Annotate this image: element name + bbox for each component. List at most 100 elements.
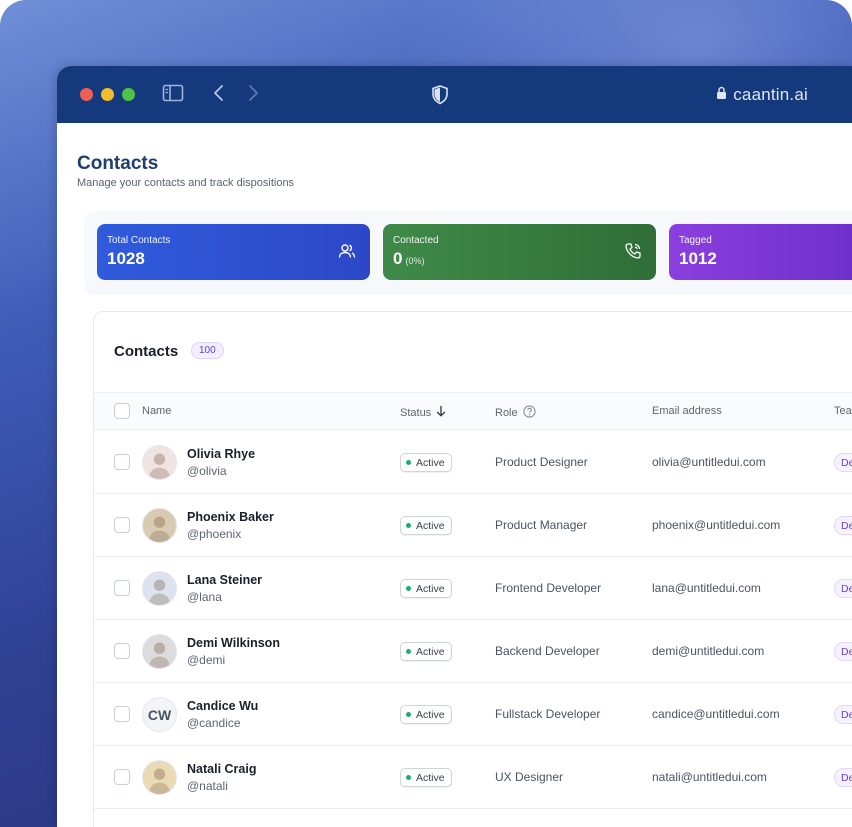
column-label: Email address — [652, 405, 722, 417]
users-icon — [338, 242, 356, 265]
status-badge: Active — [400, 642, 452, 661]
contact-name: Olivia Rhye — [187, 447, 256, 461]
contact-role: Backend Developer — [495, 644, 600, 658]
column-name[interactable]: Name — [142, 405, 171, 417]
row-checkbox[interactable] — [114, 769, 130, 785]
row-checkbox[interactable] — [114, 706, 130, 722]
status-dot-icon — [406, 586, 411, 591]
sidebar-toggle-icon[interactable] — [162, 83, 184, 108]
row-checkbox[interactable] — [114, 454, 130, 470]
contact-role: Fullstack Developer — [495, 707, 601, 721]
contacts-table-card: Contacts 100 Name Status Role Email addr… — [93, 311, 852, 827]
contact-role: Product Manager — [495, 518, 588, 532]
close-window-button[interactable] — [80, 88, 93, 101]
stat-label: Tagged — [679, 235, 712, 246]
contact-email: lana@untitledui.com — [652, 581, 761, 595]
stat-contacted[interactable]: Contacted 0 (0%) — [383, 224, 656, 280]
row-checkbox[interactable] — [114, 517, 130, 533]
browser-titlebar: caantin.ai — [57, 66, 852, 123]
contacts-count-badge: 100 — [191, 342, 224, 359]
address-bar[interactable]: caantin.ai — [716, 85, 808, 105]
contact-email: natali@untitledui.com — [652, 770, 767, 784]
contact-role: Product Designer — [495, 455, 588, 469]
lock-icon — [716, 85, 727, 105]
column-role[interactable]: Role — [495, 405, 536, 421]
contact-name: Lana Steiner — [187, 573, 263, 587]
column-team[interactable]: Tea — [834, 405, 852, 417]
team-text: De — [841, 519, 852, 532]
status-text: Active — [416, 645, 445, 658]
stat-label: Total Contacts — [107, 235, 171, 246]
column-email[interactable]: Email address — [652, 405, 722, 417]
help-circle-icon[interactable] — [522, 405, 536, 421]
contact-handle: @phoenix — [187, 527, 242, 541]
status-dot-icon — [406, 712, 411, 717]
avatar — [142, 445, 177, 480]
back-arrow-icon[interactable] — [211, 83, 227, 108]
avatar — [142, 571, 177, 606]
column-label: Role — [495, 407, 518, 419]
status-text: Active — [416, 519, 445, 532]
maximize-window-button[interactable] — [122, 88, 135, 101]
contact-handle: @demi — [187, 653, 226, 667]
status-dot-icon — [406, 460, 411, 465]
table-row[interactable]: Natali Craig @natali Active UX Designer nata… — [94, 746, 852, 809]
url-text: caantin.ai — [733, 85, 808, 104]
page-title: Contacts — [77, 153, 159, 174]
avatar: CW — [142, 697, 177, 732]
team-badge: De — [834, 705, 852, 724]
team-badge: De — [834, 516, 852, 535]
team-text: De — [841, 582, 852, 595]
stat-value: 1012 — [679, 249, 717, 268]
avatar — [142, 760, 177, 795]
status-text: Active — [416, 582, 445, 595]
team-badge: De — [834, 768, 852, 787]
status-text: Active — [416, 708, 445, 721]
status-badge: Active — [400, 768, 452, 787]
team-badge: De — [834, 642, 852, 661]
table-row[interactable]: Lana Steiner @lana Active Frontend Develope… — [94, 557, 852, 620]
forward-arrow-icon[interactable] — [245, 83, 261, 108]
contact-role: Frontend Developer — [495, 581, 602, 595]
table-row[interactable]: CW Candice Wu @candice Active Fullstack Deve… — [94, 683, 852, 746]
table-row[interactable]: Phoenix Baker @phoenix Active Product Manag… — [94, 494, 852, 557]
table-row[interactable]: Olivia Rhye @olivia Active Product Designer… — [94, 431, 852, 494]
team-text: De — [841, 708, 852, 721]
contact-name: Phoenix Baker — [187, 510, 274, 524]
row-checkbox[interactable] — [114, 580, 130, 596]
avatar — [142, 634, 177, 669]
column-label: Status — [400, 406, 432, 419]
stat-value: 1028 — [107, 249, 145, 268]
table-title: Contacts — [114, 343, 179, 360]
avatar — [142, 508, 177, 543]
status-dot-icon — [406, 775, 411, 780]
stat-total-contacts[interactable]: Total Contacts 1028 — [97, 224, 370, 280]
browser-window: caantin.ai Contacts Manage your contacts… — [57, 66, 852, 827]
contact-handle: @lana — [187, 590, 222, 604]
sort-arrow-down-icon — [436, 405, 446, 420]
select-all-checkbox[interactable] — [114, 403, 130, 419]
column-label: Tea — [834, 405, 852, 417]
status-dot-icon — [406, 523, 411, 528]
shield-icon[interactable] — [430, 84, 450, 111]
phone-call-icon — [624, 242, 642, 265]
status-dot-icon — [406, 649, 411, 654]
contact-email: candice@untitledui.com — [652, 707, 780, 721]
status-badge: Active — [400, 579, 452, 598]
stat-percent: (0%) — [405, 256, 425, 266]
stat-tagged[interactable]: Tagged 1012 — [669, 224, 852, 280]
status-text: Active — [416, 456, 445, 469]
row-checkbox[interactable] — [114, 643, 130, 659]
status-text: Active — [416, 771, 445, 784]
team-text: De — [841, 456, 852, 469]
table-header: Name Status Role Email address Tea — [94, 392, 852, 430]
page-content: Contacts Manage your contacts and track … — [57, 123, 852, 827]
contact-email: olivia@untitledui.com — [652, 455, 766, 469]
minimize-window-button[interactable] — [101, 88, 114, 101]
avatar-initials: CW — [147, 706, 172, 723]
contact-role: UX Designer — [495, 770, 564, 784]
contact-name: Natali Craig — [187, 762, 257, 776]
column-status[interactable]: Status — [400, 405, 446, 420]
table-row[interactable]: Demi Wilkinson @demi Active Backend Develop… — [94, 620, 852, 683]
team-text: De — [841, 645, 852, 658]
